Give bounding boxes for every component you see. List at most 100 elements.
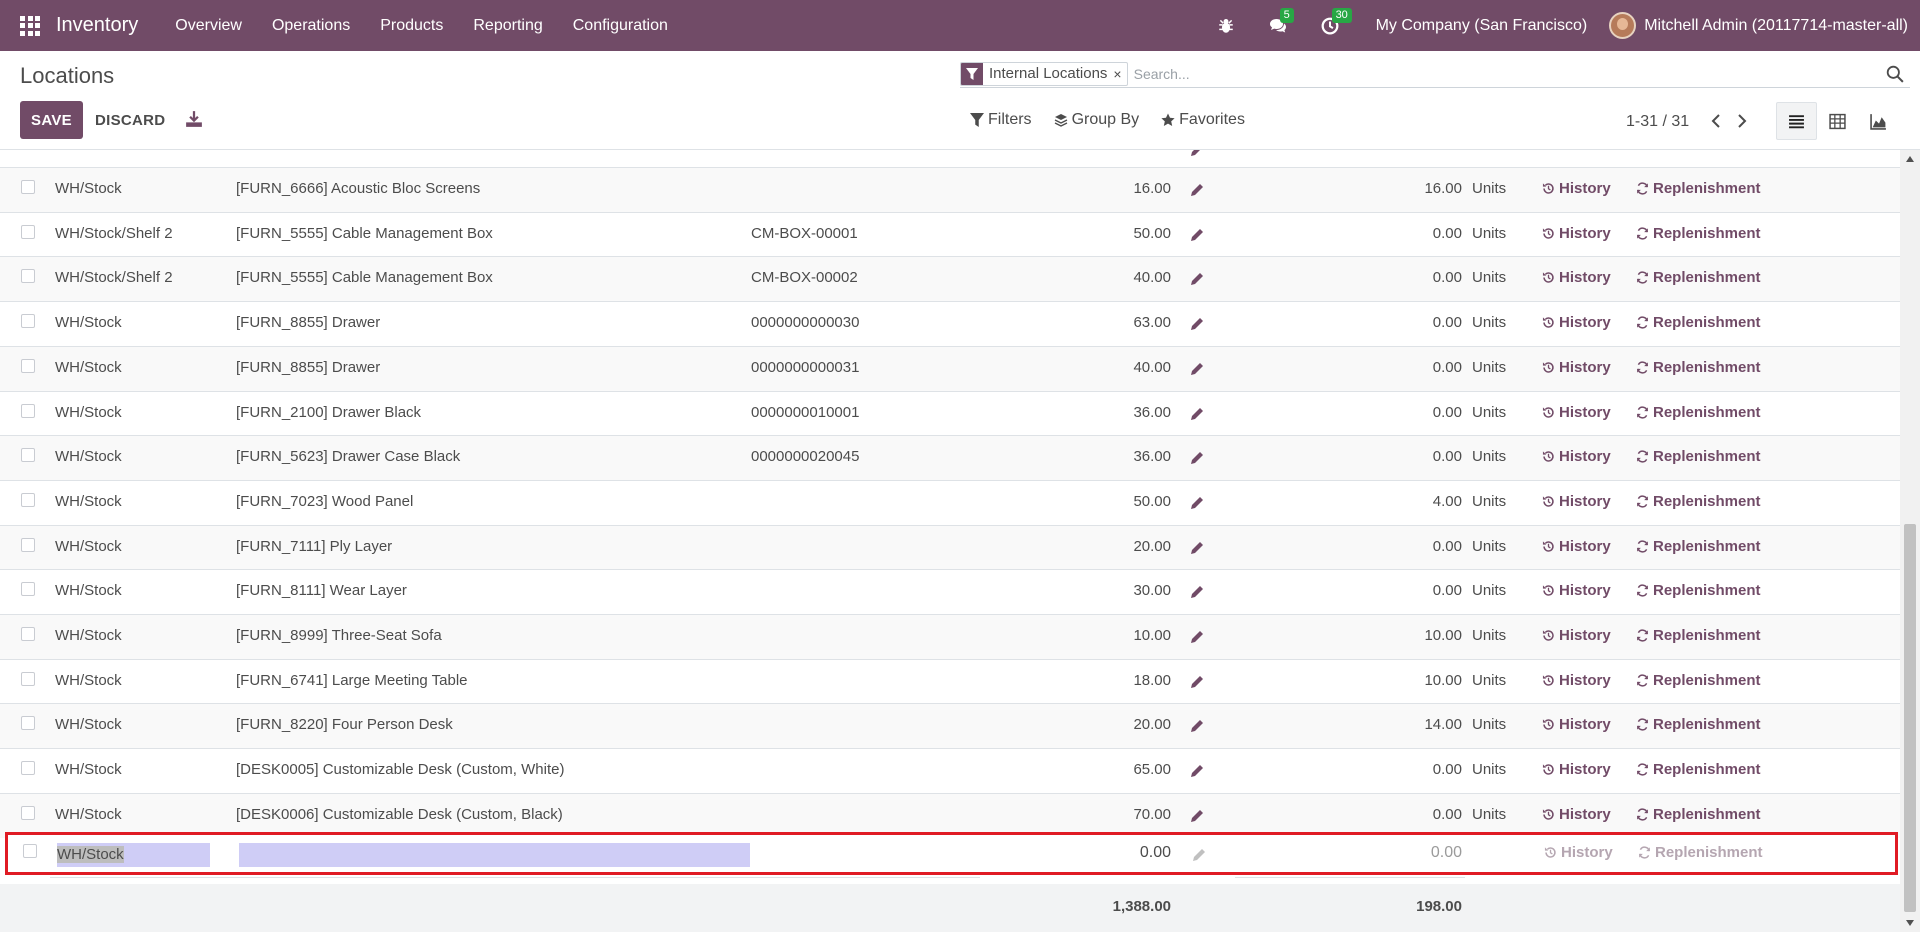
product-cell[interactable]: [FURN_8220] Four Person Desk [236,716,453,733]
table-row[interactable]: WH/Stock [FURN_6741] Large Meeting Table 1… [0,658,1900,704]
edit-pencil-icon[interactable] [1189,584,1205,600]
quantity-cell[interactable]: 30.00 [1133,582,1171,599]
location-cell[interactable]: WH/Stock [55,627,122,644]
edit-pencil-icon[interactable] [1189,718,1205,734]
lot-serial-cell[interactable]: 0000000010001 [751,404,859,421]
search-input[interactable] [1133,65,1886,82]
product-field[interactable] [239,843,750,867]
replenishment-button[interactable]: Replenishment [1636,180,1761,197]
lot-serial-cell[interactable]: CM-BOX-00002 [751,269,858,286]
pivot-view-button[interactable] [1817,102,1858,140]
product-cell[interactable]: [FURN_8855] Drawer [236,314,380,331]
replenishment-button[interactable]: Replenishment [1636,761,1761,778]
location-cell[interactable]: WH/Stock [55,806,122,823]
lot-serial-cell[interactable]: CM-BOX-00001 [751,225,858,242]
menu-products[interactable]: Products [380,17,443,35]
history-button[interactable]: History [1542,404,1611,421]
edit-pencil-icon[interactable] [1189,808,1205,824]
replenishment-button[interactable]: Replenishment [1636,806,1761,823]
edit-pencil-icon[interactable] [1189,227,1205,243]
table-row[interactable]: WH/Stock [FURN_8220] Four Person Desk 20.0… [0,703,1900,749]
discard-button[interactable]: DISCARD [95,101,165,139]
replenishment-button[interactable]: Replenishment [1636,627,1761,644]
pager-previous-icon[interactable] [1708,111,1724,131]
location-cell[interactable]: WH/Stock [55,404,122,421]
edit-pencil-icon[interactable] [1189,361,1205,377]
location-cell[interactable]: WH/Stock [55,538,122,555]
location-cell[interactable]: WH/Stock/Shelf 2 [55,269,173,286]
replenishment-button[interactable]: Replenishment [1636,582,1761,599]
replenishment-button[interactable]: Replenishment [1636,225,1761,242]
export-download-icon[interactable] [185,110,203,128]
history-button[interactable]: History [1542,269,1611,286]
location-cell[interactable]: WH/Stock [55,359,122,376]
location-cell[interactable]: WH/Stock [55,672,122,689]
quantity-cell[interactable]: 63.00 [1133,314,1171,331]
scroll-down-arrow-icon[interactable] [1906,920,1914,926]
row-checkbox[interactable] [21,448,35,463]
search-icon[interactable] [1886,65,1904,83]
vertical-scrollbar[interactable] [1900,150,1920,932]
save-button[interactable]: SAVE [20,101,83,139]
table-row[interactable]: WH/Stock [DESK0005] Customizable Desk (Cu… [0,748,1900,793]
pager-value[interactable]: 1-31 / 31 [1626,113,1689,131]
row-checkbox[interactable] [21,224,35,239]
edit-pencil-icon[interactable] [1189,495,1205,511]
location-cell[interactable]: WH/Stock [55,761,122,778]
replenishment-button[interactable]: Replenishment [1636,538,1761,555]
replenishment-button[interactable]: Replenishment [1636,314,1761,331]
row-checkbox[interactable] [21,358,35,373]
history-button[interactable]: History [1542,538,1611,555]
quantity-cell[interactable]: 50.00 [1133,493,1171,510]
quantity-cell[interactable]: 20.00 [1133,716,1171,733]
replenishment-button[interactable]: Replenishment [1636,716,1761,733]
replenishment-button[interactable]: Replenishment [1636,359,1761,376]
history-button[interactable]: History [1544,844,1613,861]
edit-pencil-icon[interactable] [1189,271,1205,287]
history-button[interactable]: History [1542,493,1611,510]
table-row[interactable]: WH/Stock [FURN_8855] Drawer 0000000000030 6… [0,301,1900,346]
edit-pencil-icon[interactable] [1189,182,1205,198]
table-row[interactable]: WH/Stock [FURN_8855] Drawer 0000000000031 4… [0,345,1900,391]
product-cell[interactable]: [DESK0005] Customizable Desk (Custom, Wh… [236,761,564,778]
product-cell[interactable]: [FURN_6741] Large Meeting Table [236,672,468,689]
scroll-up-arrow-icon[interactable] [1906,156,1914,162]
location-field[interactable]: WH/Stock [57,843,210,867]
location-cell[interactable]: WH/Stock [55,448,122,465]
history-button[interactable]: History [1542,716,1611,733]
row-checkbox[interactable] [21,716,35,731]
menu-configuration[interactable]: Configuration [573,17,668,35]
lot-serial-cell[interactable]: 0000000020045 [751,448,859,465]
replenishment-button[interactable]: Replenishment [1636,269,1761,286]
history-button[interactable]: History [1542,582,1611,599]
menu-operations[interactable]: Operations [272,17,350,35]
product-cell[interactable]: [DESK0006] Customizable Desk (Custom, Bl… [236,806,563,823]
row-checkbox[interactable] [21,403,35,418]
menu-overview[interactable]: Overview [175,17,242,35]
location-cell[interactable]: WH/Stock [55,582,122,599]
user-avatar[interactable] [1609,12,1637,39]
product-cell[interactable]: [FURN_8999] Three-Seat Sofa [236,627,442,644]
location-cell[interactable]: WH/Stock/Shelf 2 [55,225,173,242]
favorites-dropdown[interactable]: Favorites [1161,111,1245,129]
lot-serial-cell[interactable]: 0000000000030 [751,314,859,331]
history-button[interactable]: History [1542,627,1611,644]
replenishment-button[interactable]: Replenishment [1636,448,1761,465]
edit-pencil-icon[interactable] [1189,316,1205,332]
app-brand[interactable]: Inventory [56,14,138,37]
table-row[interactable]: WH/Stock [FURN_8999] Three-Seat Sofa 10.00… [0,614,1900,659]
edit-pencil-icon[interactable] [1189,540,1205,556]
list-view-button[interactable] [1776,102,1817,140]
replenishment-button[interactable]: Replenishment [1636,404,1761,421]
quantity-cell[interactable]: 16.00 [1133,180,1171,197]
product-cell[interactable]: [FURN_8111] Wear Layer [236,582,407,599]
history-button[interactable]: History [1542,761,1611,778]
table-row[interactable]: WH/Stock/Shelf 2 [FURN_5555] Cable Manage… [0,256,1900,302]
row-checkbox[interactable] [21,492,35,507]
history-button[interactable]: History [1542,225,1611,242]
quantity-cell[interactable]: 18.00 [1133,672,1171,689]
edit-pencil-icon[interactable] [1189,450,1205,466]
table-row[interactable]: WH/Stock [FURN_5623] Drawer Case Black 000… [0,435,1900,481]
menu-reporting[interactable]: Reporting [473,17,542,35]
quantity-value[interactable]: 0.00 [1140,844,1171,862]
